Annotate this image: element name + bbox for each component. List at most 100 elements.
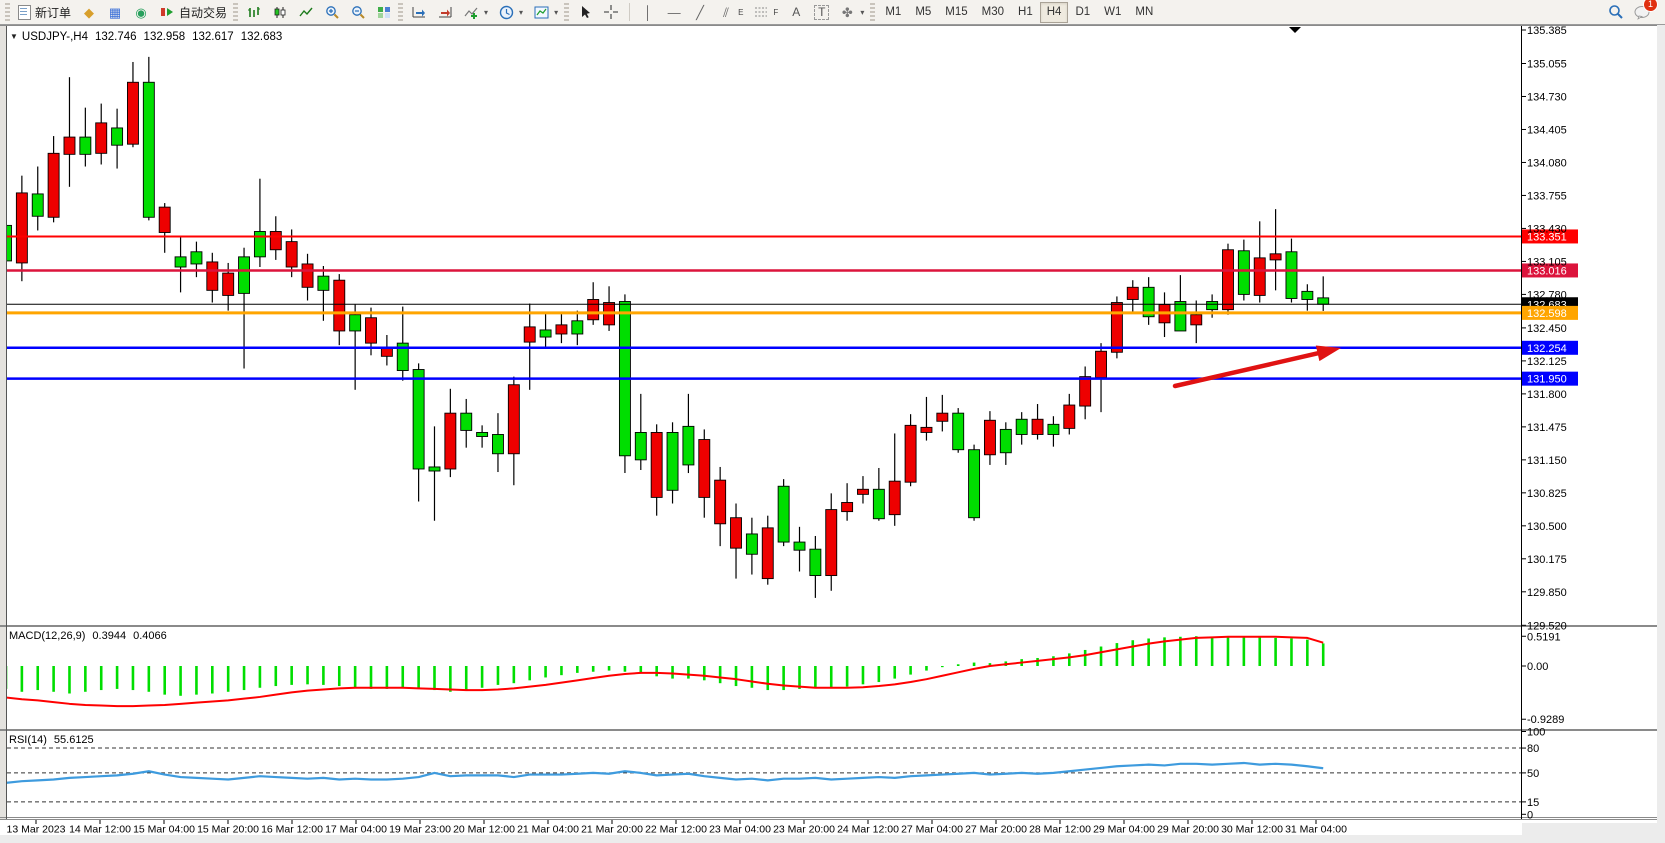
auto-trading-button[interactable]: 自动交易 (154, 1, 232, 24)
bar-chart-button[interactable] (241, 1, 267, 24)
status-strip (0, 835, 1665, 843)
market-watch-button[interactable]: ◆ (76, 1, 102, 24)
svg-text:16 Mar 12:00: 16 Mar 12:00 (261, 824, 323, 836)
tab-timeframe-h4[interactable]: H4 (1040, 2, 1069, 23)
search-button[interactable] (1603, 1, 1629, 24)
chevron-down-icon: ▾ (554, 8, 558, 17)
notifications-button[interactable]: 1 (1629, 1, 1655, 24)
svg-text:22 Mar 12:00: 22 Mar 12:00 (645, 824, 707, 836)
svg-text:132.125: 132.125 (1527, 356, 1567, 368)
candle[interactable] (953, 408, 964, 453)
crosshair-button[interactable] (598, 1, 624, 24)
channel-button[interactable]: ⫽E (713, 1, 748, 24)
svg-text:14 Mar 12:00: 14 Mar 12:00 (69, 824, 131, 836)
tab-timeframe-w1[interactable]: W1 (1097, 2, 1128, 23)
svg-text:-0.9289: -0.9289 (1527, 714, 1564, 726)
templates-button[interactable]: ▾ (528, 1, 563, 24)
svg-text:80: 80 (1527, 743, 1539, 755)
candle[interactable] (969, 445, 980, 521)
tile-windows-icon (376, 4, 392, 20)
zoom-in-icon (324, 4, 340, 20)
svg-text:134.405: 134.405 (1527, 124, 1567, 136)
indicators-button[interactable]: ▾ (458, 1, 493, 24)
svg-text:134.080: 134.080 (1527, 157, 1567, 169)
svg-text:30 Mar 12:00: 30 Mar 12:00 (1221, 824, 1283, 836)
tile-windows-button[interactable] (371, 1, 397, 24)
text-label-icon: T (814, 5, 829, 20)
new-order-icon (18, 5, 31, 20)
svg-text:132.780: 132.780 (1527, 289, 1567, 301)
add-indicator-icon (463, 4, 479, 20)
svg-text:133.105: 133.105 (1527, 256, 1567, 268)
svg-text:23 Mar 20:00: 23 Mar 20:00 (773, 824, 835, 836)
svg-text:13 Mar 2023: 13 Mar 2023 (7, 824, 66, 836)
bar-chart-icon (246, 4, 262, 20)
zoom-out-button[interactable] (345, 1, 371, 24)
horizontal-line-button[interactable]: — (661, 1, 687, 24)
toolbar-grip[interactable] (398, 3, 403, 21)
vertical-line-button[interactable]: │ (635, 1, 661, 24)
tab-timeframe-m1[interactable]: M1 (878, 2, 908, 23)
svg-text:129.850: 129.850 (1527, 587, 1567, 599)
candle[interactable] (905, 414, 916, 486)
svg-text:135.385: 135.385 (1527, 25, 1567, 37)
svg-text:15 Mar 20:00: 15 Mar 20:00 (197, 824, 259, 836)
candle[interactable] (778, 479, 789, 546)
toolbar-grip[interactable] (5, 3, 10, 21)
chevron-down-icon: ▾ (484, 8, 488, 17)
terminal-button[interactable]: ▦ (102, 1, 128, 24)
price-tag: 132.254 (1522, 341, 1578, 355)
notification-badge: 1 (1643, 0, 1658, 12)
periods-button[interactable]: ▾ (493, 1, 528, 24)
tab-timeframe-d1[interactable]: D1 (1068, 2, 1097, 23)
tab-timeframe-m30[interactable]: M30 (975, 2, 1011, 23)
svg-text:29 Mar 20:00: 29 Mar 20:00 (1157, 824, 1219, 836)
equidistant-channel-icon: ⫽ (718, 4, 734, 20)
new-order-button[interactable]: 新订单 (13, 1, 76, 24)
svg-text:130.500: 130.500 (1527, 521, 1567, 533)
text-label-button[interactable]: T (809, 1, 834, 24)
candle[interactable] (619, 294, 630, 473)
fibonacci-button[interactable]: F (748, 1, 783, 24)
horizontal-line-icon: — (666, 4, 682, 20)
svg-text:0.5191: 0.5191 (1527, 631, 1561, 643)
terminal-window-icon: ▦ (107, 4, 123, 20)
new-order-label: 新订单 (35, 4, 71, 21)
svg-text:130.825: 130.825 (1527, 488, 1567, 500)
line-chart-button[interactable] (293, 1, 319, 24)
collapse-triangle-icon[interactable]: ▼ (10, 32, 18, 41)
text-button[interactable]: A (783, 1, 809, 24)
chevron-down-icon: ▾ (860, 8, 864, 17)
chart-canvas[interactable]: 133.351133.016132.683132.598132.254131.9… (0, 0, 1665, 843)
cursor-button[interactable] (572, 1, 598, 24)
svg-text:132.598: 132.598 (1527, 308, 1567, 320)
trendline-button[interactable]: ╱ (687, 1, 713, 24)
tab-timeframe-m15[interactable]: M15 (938, 2, 974, 23)
toolbar-separator (629, 3, 630, 21)
text-tool-icon: A (788, 4, 804, 20)
toolbar-grip[interactable] (870, 3, 875, 21)
candlestick-button[interactable] (267, 1, 293, 24)
toolbar-grip[interactable] (564, 3, 569, 21)
chart-title-bar[interactable]: ▼USDJPY-,H4132.746132.958132.617132.683 (10, 31, 282, 43)
rsi-value: 55.6125 (54, 734, 94, 746)
svg-text:130.175: 130.175 (1527, 554, 1567, 566)
svg-text:133.755: 133.755 (1527, 190, 1567, 202)
auto-scroll-button[interactable] (406, 1, 432, 24)
chart-shift-button[interactable] (432, 1, 458, 24)
tab-timeframe-mn[interactable]: MN (1128, 2, 1160, 23)
price-tag: 132.598 (1522, 306, 1578, 320)
tab-timeframe-m5[interactable]: M5 (908, 2, 938, 23)
svg-text:15 Mar 04:00: 15 Mar 04:00 (133, 824, 195, 836)
candle[interactable] (1111, 296, 1122, 358)
gold-diamond-icon: ◆ (81, 4, 97, 20)
chart-template-icon (533, 4, 549, 20)
tab-timeframe-h1[interactable]: H1 (1011, 2, 1040, 23)
vertical-line-icon: │ (640, 4, 656, 20)
arrows-button[interactable]: ✤▾ (834, 1, 869, 24)
auto-scroll-icon (411, 4, 427, 20)
signal-icon: ◉ (133, 4, 149, 20)
zoom-in-button[interactable] (319, 1, 345, 24)
toolbar-grip[interactable] (233, 3, 238, 21)
signals-button[interactable]: ◉ (128, 1, 154, 24)
